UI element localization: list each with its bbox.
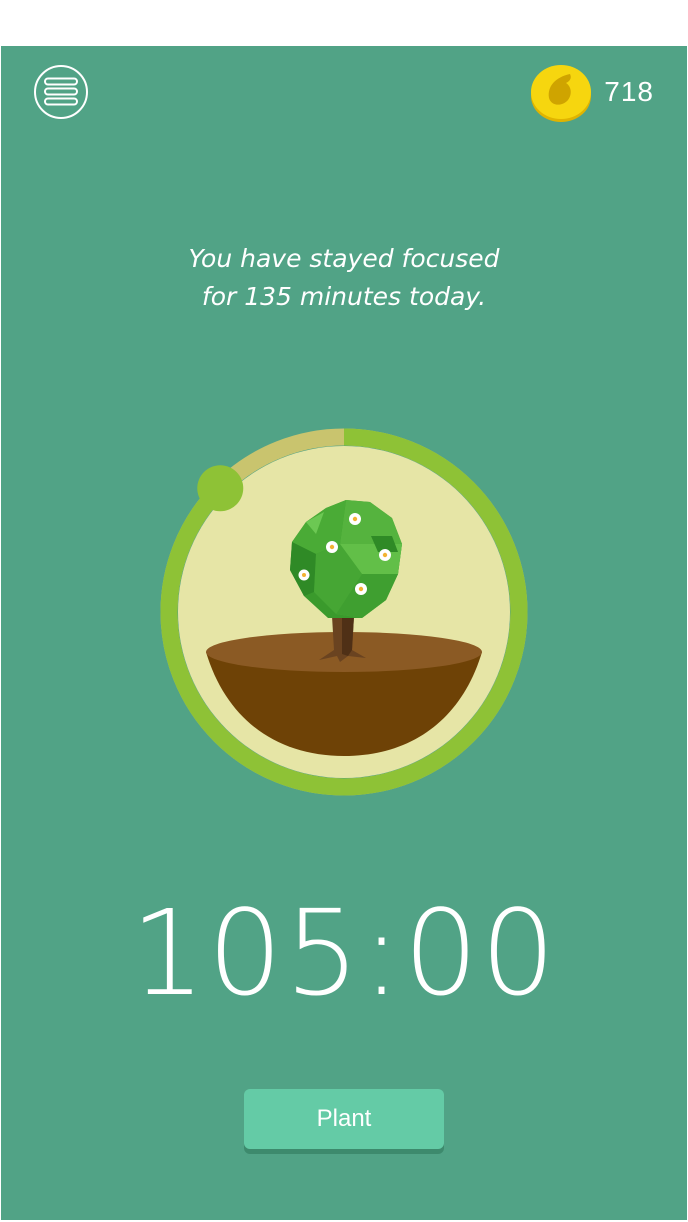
coin-balance[interactable]: 718	[530, 60, 654, 124]
focus-message: You have stayed focused for 135 minutes …	[0, 240, 688, 316]
coin-count: 718	[604, 76, 654, 107]
focus-message-line-1: You have stayed focused	[188, 244, 500, 273]
focus-message-line-2: for 135 minutes today.	[201, 282, 487, 311]
timer-display: 105:00	[130, 884, 558, 1022]
hamburger-menu-icon	[34, 65, 88, 119]
progress-knob	[197, 465, 244, 512]
timer-dial-graphic	[160, 428, 528, 796]
tree-timer-dial[interactable]	[156, 424, 532, 800]
menu-button[interactable]	[33, 64, 89, 120]
gold-coin-icon	[531, 65, 592, 122]
plant-button[interactable]: Plant	[244, 1089, 444, 1149]
